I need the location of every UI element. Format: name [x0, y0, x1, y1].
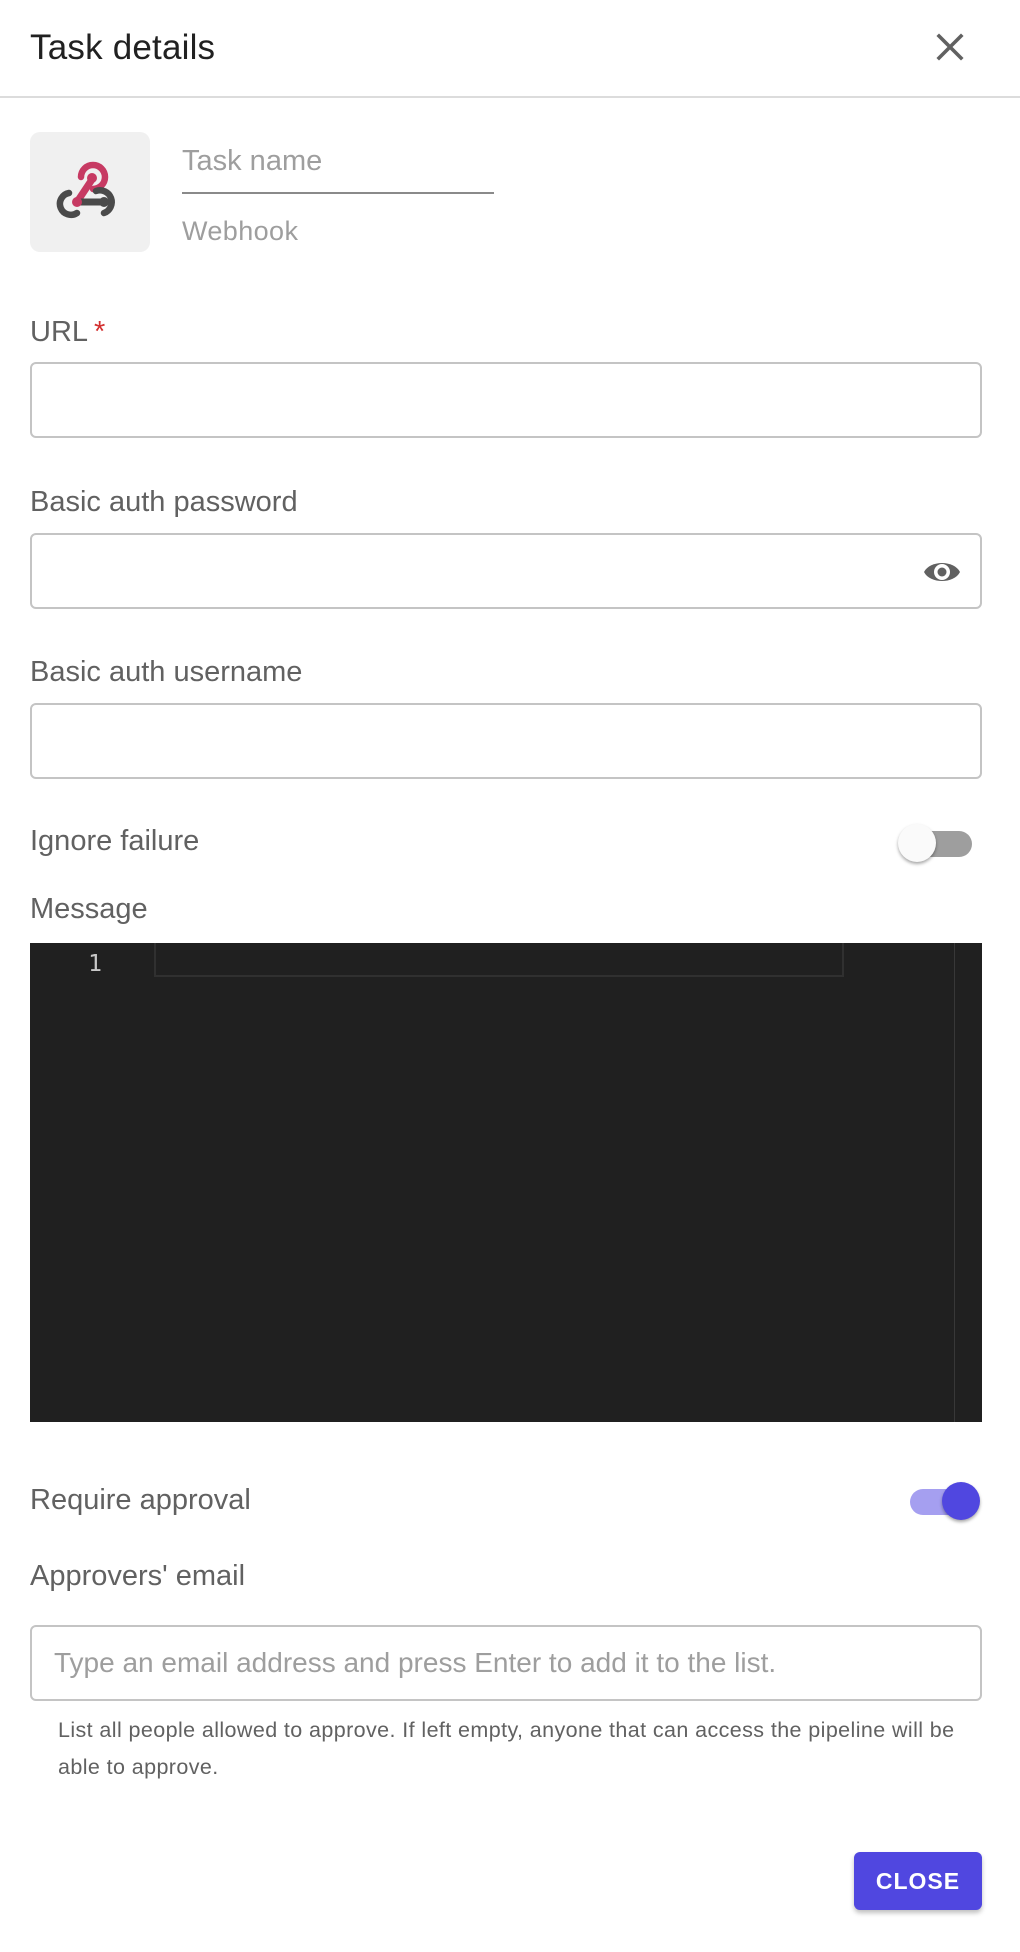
current-line-highlight [154, 943, 844, 977]
eye-icon[interactable] [922, 554, 962, 590]
approvers-helper-text: List all people allowed to approve. If l… [58, 1718, 955, 1779]
editor-scrollbar[interactable] [954, 943, 955, 1422]
task-name-input[interactable] [182, 136, 494, 186]
task-type-badge [30, 132, 150, 252]
task-type-label: Webhook [182, 216, 299, 246]
approvers-email-input[interactable] [32, 1627, 980, 1699]
password-field[interactable] [30, 533, 982, 609]
approvers-email-field[interactable] [30, 1625, 982, 1701]
password-label: Basic auth password [30, 486, 298, 518]
url-label-text: URL [30, 316, 89, 348]
toggle-thumb [942, 1482, 980, 1520]
require-approval-toggle[interactable] [902, 1479, 982, 1523]
required-mark: * [94, 316, 106, 348]
dialog-header: Task details [0, 0, 1020, 98]
toggle-thumb [898, 824, 936, 862]
close-button[interactable]: CLOSE [854, 1852, 982, 1910]
ignore-failure-toggle[interactable] [898, 821, 978, 865]
webhook-icon [56, 161, 115, 219]
url-input[interactable] [32, 364, 980, 436]
message-editor[interactable]: 1 [30, 943, 982, 1422]
approvers-label: Approvers' email [30, 1560, 246, 1592]
password-input[interactable] [32, 535, 980, 607]
username-label: Basic auth username [30, 656, 303, 688]
dialog-title: Task details [30, 28, 216, 67]
url-field[interactable] [30, 362, 982, 438]
url-label: URL * [30, 316, 105, 349]
require-approval-label: Require approval [30, 1484, 251, 1516]
ignore-failure-label: Ignore failure [30, 825, 200, 857]
line-number: 1 [88, 951, 102, 977]
message-label: Message [30, 893, 148, 925]
task-name-field[interactable] [182, 136, 494, 194]
close-icon[interactable] [930, 27, 970, 67]
username-input[interactable] [32, 705, 980, 777]
username-field[interactable] [30, 703, 982, 779]
